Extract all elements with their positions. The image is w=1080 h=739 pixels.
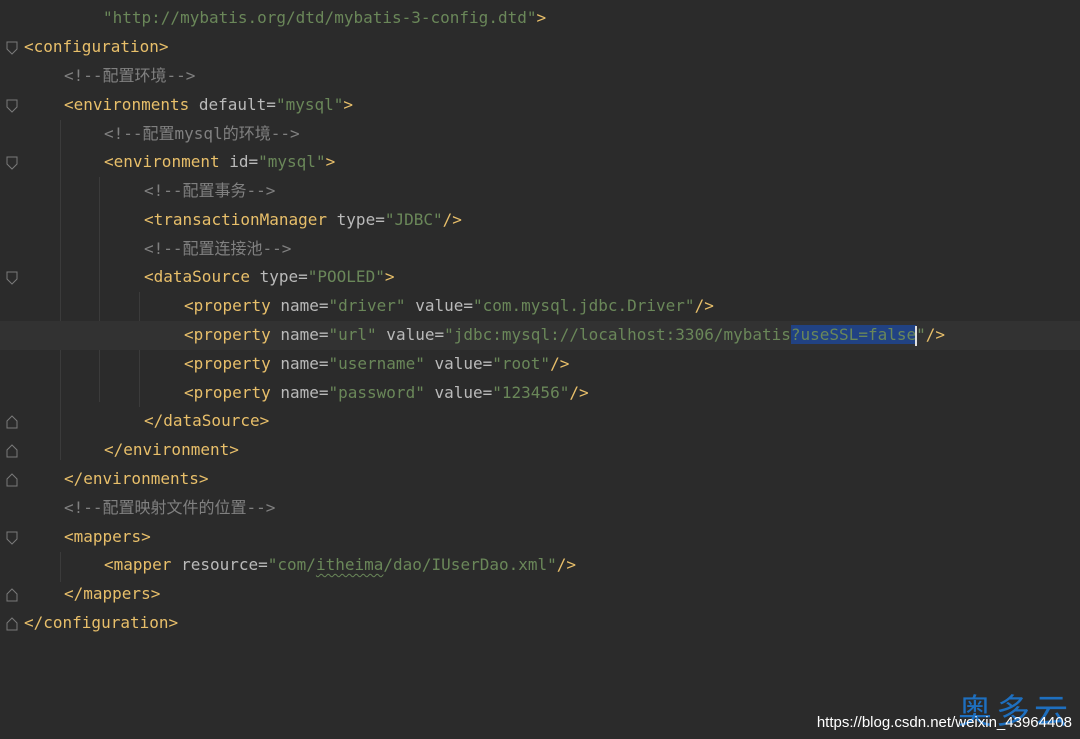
selected-text[interactable]: ?useSSL=false: [790, 325, 917, 344]
code-line[interactable]: </mappers>: [0, 580, 1080, 609]
fold-end-icon[interactable]: [6, 588, 18, 602]
xml-value: "com/: [267, 555, 316, 574]
fold-collapse-icon[interactable]: [6, 41, 18, 55]
xml-attribute: name=: [270, 296, 329, 315]
xml-tag: configuration: [33, 37, 159, 56]
xml-value: "driver": [328, 296, 406, 315]
xml-value: "com.mysql.jdbc.Driver": [473, 296, 695, 315]
code-line[interactable]: <transactionManager type="JDBC"/>: [0, 206, 1080, 235]
xml-value: "POOLED": [307, 267, 385, 286]
xml-attribute: name=: [270, 354, 329, 373]
xml-comment: <!--配置mysql的环境-->: [104, 124, 300, 143]
xml-tag: property: [193, 354, 271, 373]
code-editor[interactable]: "http://mybatis.org/dtd/mybatis-3-config…: [0, 0, 1080, 739]
xml-comment: <!--配置映射文件的位置-->: [64, 498, 276, 517]
xml-attribute: type=: [327, 210, 385, 229]
xml-attribute: resource=: [171, 555, 268, 574]
xml-tag: transactionManager: [153, 210, 328, 229]
fold-collapse-icon[interactable]: [6, 531, 18, 545]
code-line[interactable]: </environments>: [0, 465, 1080, 494]
xml-value: "mysql": [258, 152, 326, 171]
xml-tag: mapper: [113, 555, 172, 574]
xml-tag: property: [193, 325, 271, 344]
xml-value: "username": [328, 354, 425, 373]
xml-attribute: default=: [189, 95, 276, 114]
code-line[interactable]: </dataSource>: [0, 407, 1080, 436]
xml-comment: <!--配置连接池-->: [144, 239, 292, 258]
xml-attribute: name=: [270, 383, 329, 402]
xml-tag: environments: [83, 469, 199, 488]
xml-value: "root": [492, 354, 551, 373]
code-line[interactable]: <mapper resource="com/itheima/dao/IUserD…: [0, 551, 1080, 580]
code-line[interactable]: <property name="password" value="123456"…: [0, 379, 1080, 408]
code-line[interactable]: </configuration>: [0, 609, 1080, 638]
watermark-url: https://blog.csdn.net/weixin_43964408: [816, 714, 1072, 731]
fold-end-icon[interactable]: [6, 444, 18, 458]
code-line[interactable]: <!--配置mysql的环境-->: [0, 120, 1080, 149]
xml-attribute: value=: [376, 325, 445, 344]
code-line[interactable]: <environments default="mysql">: [0, 91, 1080, 120]
fold-collapse-icon[interactable]: [6, 99, 18, 113]
xml-attribute: value=: [424, 383, 493, 402]
code-line[interactable]: <!--配置映射文件的位置-->: [0, 494, 1080, 523]
code-line[interactable]: <mappers>: [0, 523, 1080, 552]
fold-end-icon[interactable]: [6, 415, 18, 429]
xml-attribute: name=: [270, 325, 329, 344]
xml-value: "jdbc:mysql://localhost:3306/mybatis: [444, 325, 791, 344]
xml-tag: mappers: [73, 527, 142, 546]
xml-tag: environment: [123, 440, 230, 459]
xml-value: "mysql": [275, 95, 344, 114]
xml-value: "password": [328, 383, 425, 402]
xml-tag: mappers: [83, 584, 151, 603]
fold-end-icon[interactable]: [6, 617, 18, 631]
dtd-url: "http://mybatis.org/dtd/mybatis-3-config…: [103, 8, 537, 27]
xml-tag: property: [193, 383, 271, 402]
fold-collapse-icon[interactable]: [6, 156, 18, 170]
xml-value: "url": [328, 325, 377, 344]
code-line[interactable]: <configuration>: [0, 33, 1080, 62]
code-line[interactable]: </environment>: [0, 436, 1080, 465]
xml-attribute: type=: [249, 267, 308, 286]
xml-tag: dataSource: [153, 267, 250, 286]
code-line[interactable]: <dataSource type="POOLED">: [0, 263, 1080, 292]
xml-tag: dataSource: [163, 411, 260, 430]
code-line[interactable]: <!--配置环境-->: [0, 62, 1080, 91]
code-line[interactable]: <!--配置连接池-->: [0, 235, 1080, 264]
xml-attribute: value=: [424, 354, 493, 373]
spellcheck-warning[interactable]: itheima: [316, 555, 383, 574]
xml-comment: <!--配置事务-->: [144, 181, 276, 200]
fold-collapse-icon[interactable]: [6, 271, 18, 285]
code-line[interactable]: <property name="username" value="root"/>: [0, 350, 1080, 379]
xml-tag: configuration: [43, 613, 169, 632]
xml-comment: <!--配置环境-->: [64, 66, 196, 85]
xml-attribute: value=: [405, 296, 473, 315]
xml-value: "JDBC": [384, 210, 443, 229]
xml-tag: environments: [73, 95, 190, 114]
xml-tag: environment: [113, 152, 220, 171]
xml-tag: property: [193, 296, 271, 315]
code-line[interactable]: <!--配置事务-->: [0, 177, 1080, 206]
xml-attribute: id=: [219, 152, 259, 171]
xml-value: "123456": [492, 383, 570, 402]
fold-end-icon[interactable]: [6, 473, 18, 487]
current-code-line[interactable]: <property name="url" value="jdbc:mysql:/…: [0, 321, 1080, 350]
code-line[interactable]: "http://mybatis.org/dtd/mybatis-3-config…: [0, 4, 1080, 33]
code-line[interactable]: <property name="driver" value="com.mysql…: [0, 292, 1080, 321]
code-line[interactable]: <environment id="mysql">: [0, 148, 1080, 177]
